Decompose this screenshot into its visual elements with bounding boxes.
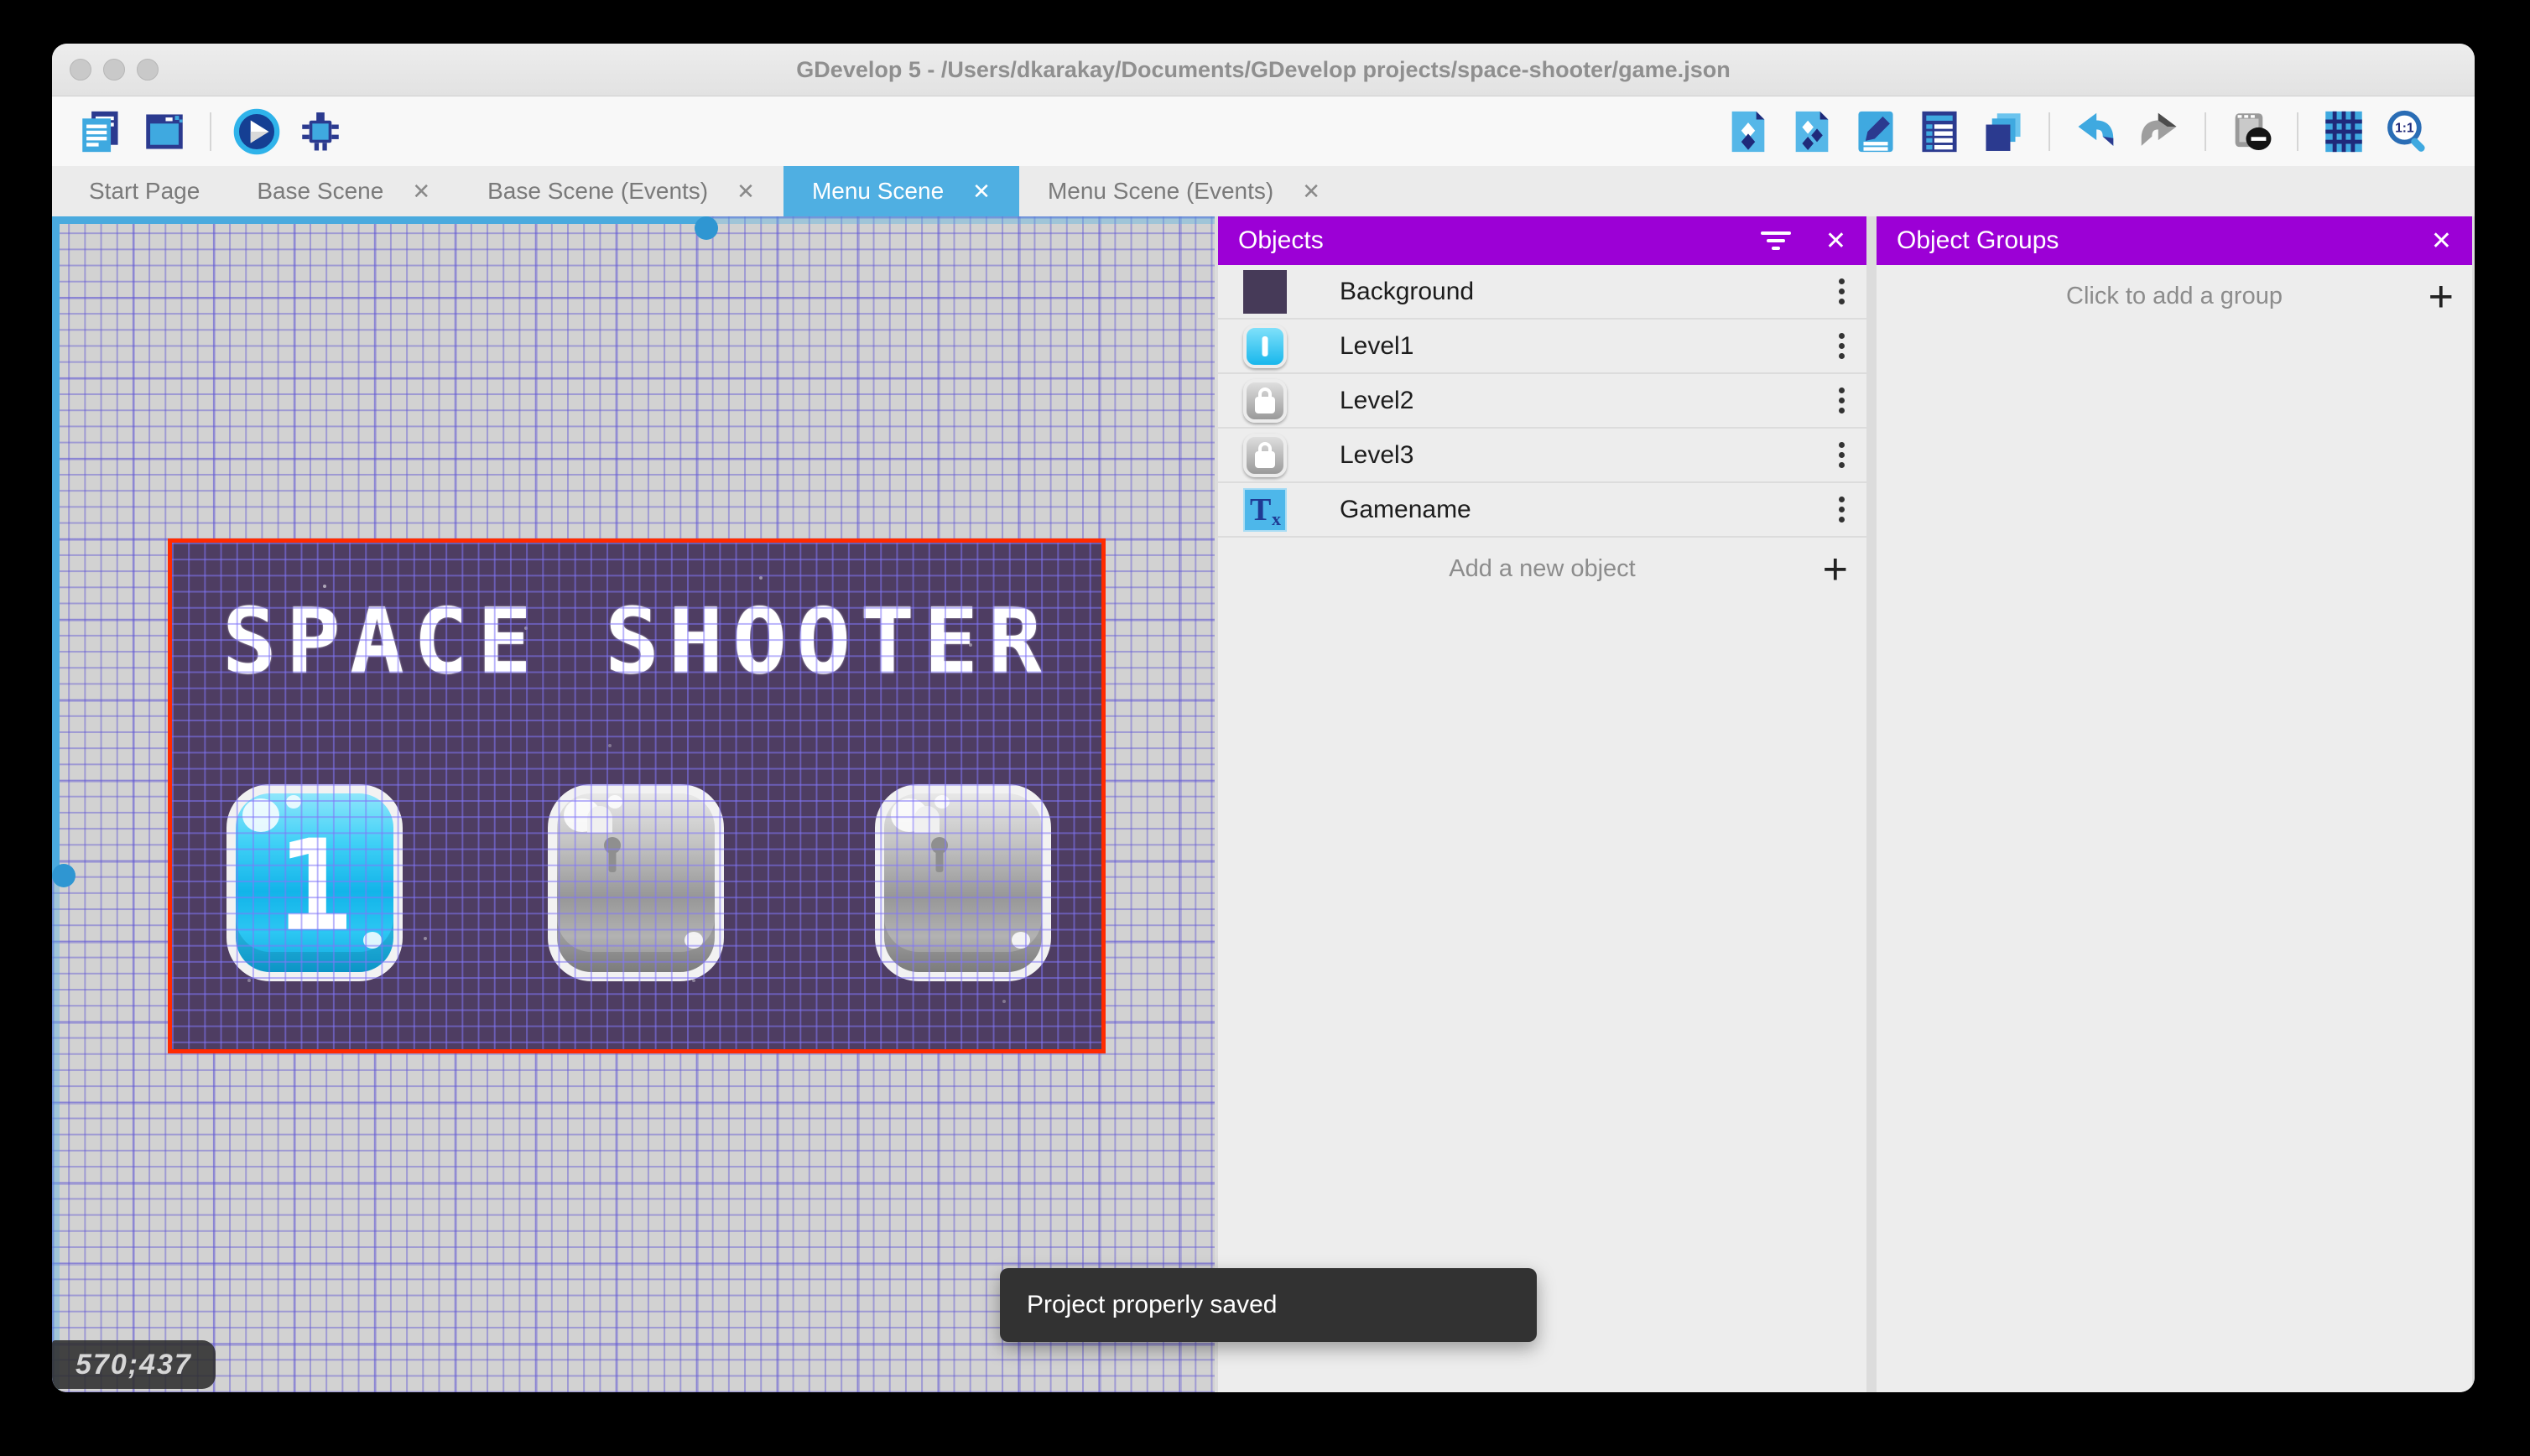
objects-panel-header: Objects ✕ (1218, 216, 1866, 265)
save-toast: Project properly saved (1000, 1268, 1537, 1342)
level3-thumbnail (1243, 433, 1287, 477)
tab-close-icon[interactable]: ✕ (737, 179, 755, 205)
level3-button-instance[interactable] (875, 784, 1051, 981)
grid-icon[interactable] (2319, 107, 2368, 156)
toolbar-divider (2048, 112, 2050, 151)
play-icon[interactable] (232, 107, 281, 156)
object-name: Gamename (1340, 495, 1471, 523)
titlebar: GDevelop 5 - /Users/dkarakay/Documents/G… (52, 44, 2475, 96)
kebab-menu-icon[interactable] (1839, 497, 1845, 502)
object-name: Level3 (1340, 440, 1414, 469)
level1-thumbnail (1243, 324, 1287, 368)
layers-icon[interactable] (1979, 107, 2028, 156)
gloss-dot (363, 932, 382, 949)
tab-menu-scene-events[interactable]: Menu Scene (Events) ✕ (1019, 166, 1349, 216)
tab-base-scene-events[interactable]: Base Scene (Events) ✕ (459, 166, 783, 216)
horizontal-scrollbar[interactable] (52, 216, 1215, 240)
cursor-coordinates-label: 570;437 (52, 1340, 216, 1389)
zoom-original-icon[interactable]: 1:1 (2383, 107, 2432, 156)
horizontal-scrollbar-thumb[interactable] (52, 216, 709, 224)
horizontal-scrollbar-handle[interactable] (695, 216, 718, 240)
object-row-background[interactable]: Background (1218, 265, 1866, 320)
toolbar-divider (2297, 112, 2298, 151)
tab-label: Base Scene (257, 178, 384, 204)
tab-label: Start Page (89, 178, 200, 204)
vertical-scrollbar[interactable] (52, 216, 75, 1392)
object-groups-panel: Object Groups ✕ Click to add a group + (1877, 216, 2472, 1392)
edit-scene-icon[interactable] (140, 107, 189, 156)
object-name: Background (1340, 277, 1475, 305)
tab-label: Menu Scene (Events) (1047, 178, 1274, 204)
tab-label: Base Scene (Events) (487, 178, 709, 204)
add-new-object-row[interactable]: Add a new object + (1218, 538, 1866, 601)
objects-panel-close-icon[interactable]: ✕ (1825, 226, 1846, 256)
scene-properties-icon[interactable] (1851, 107, 1900, 156)
lock-icon (914, 806, 1012, 834)
add-object-plus-icon[interactable]: + (1823, 548, 1848, 591)
tab-base-scene[interactable]: Base Scene ✕ (228, 166, 459, 216)
vertical-scrollbar-thumb[interactable] (52, 216, 60, 879)
gdevelop-window: GDevelop 5 - /Users/dkarakay/Documents/G… (52, 44, 2475, 1392)
gloss-highlight (242, 795, 301, 832)
level1-button-instance[interactable]: 1 (226, 784, 403, 981)
debug-icon[interactable] (296, 107, 345, 156)
kebab-menu-icon[interactable] (1839, 442, 1845, 448)
level2-button-instance[interactable] (548, 784, 724, 981)
gamename-thumbnail (1243, 487, 1287, 532)
kebab-menu-icon[interactable] (1839, 333, 1845, 339)
objects-panel-title: Objects (1238, 226, 1324, 254)
objects-panel-icon[interactable] (1724, 107, 1773, 156)
objects-panel: Objects ✕ Background Level1 Level2 Level… (1218, 216, 1866, 1392)
filter-icon[interactable] (1760, 230, 1792, 252)
scene-editor-canvas[interactable]: SPACE SHOOTER 1 (52, 216, 1215, 1392)
add-group-plus-icon[interactable]: + (2428, 275, 2454, 319)
svg-text:1:1: 1:1 (2395, 121, 2414, 135)
object-row-level1[interactable]: Level1 (1218, 320, 1866, 374)
background-thumbnail (1243, 269, 1287, 314)
content-area: SPACE SHOOTER 1 Objects ✕ Background Lev… (52, 216, 2475, 1392)
object-row-gamename[interactable]: Gamename (1218, 483, 1866, 538)
object-name: Level2 (1340, 386, 1414, 414)
toolbar-divider (210, 112, 211, 151)
redo-icon[interactable] (2135, 107, 2184, 156)
gloss-dot (1012, 932, 1030, 949)
object-row-level3[interactable]: Level3 (1218, 429, 1866, 483)
add-new-object-label: Add a new object (1449, 555, 1636, 582)
object-groups-panel-header: Object Groups ✕ (1877, 216, 2472, 265)
gloss-dot (685, 932, 703, 949)
object-groups-close-icon[interactable]: ✕ (2431, 226, 2452, 256)
kebab-menu-icon[interactable] (1839, 278, 1845, 284)
object-row-level2[interactable]: Level2 (1218, 374, 1866, 429)
tab-menu-scene[interactable]: Menu Scene ✕ (783, 166, 1019, 216)
scene-selection-rect[interactable]: SPACE SHOOTER 1 (168, 538, 1106, 1053)
window-title: GDevelop 5 - /Users/dkarakay/Documents/G… (796, 57, 1731, 82)
toolbar-divider (2205, 112, 2206, 151)
lock-icon (587, 806, 685, 834)
instances-list-icon[interactable] (1915, 107, 1964, 156)
toast-message: Project properly saved (1027, 1291, 1278, 1318)
toolbar-right-group: 1:1 (1716, 107, 2439, 156)
tab-close-icon[interactable]: ✕ (1302, 179, 1320, 205)
tab-close-icon[interactable]: ✕ (972, 179, 991, 205)
tab-close-icon[interactable]: ✕ (412, 179, 430, 205)
kebab-menu-icon[interactable] (1839, 387, 1845, 393)
undo-icon[interactable] (2071, 107, 2120, 156)
object-groups-icon[interactable] (1788, 107, 1836, 156)
add-group-row[interactable]: Click to add a group + (1877, 265, 2472, 328)
project-manager-icon[interactable] (76, 107, 125, 156)
add-group-label: Click to add a group (2066, 283, 2283, 309)
tab-label: Menu Scene (811, 178, 945, 204)
tab-bar: Start Page Base Scene ✕ Base Scene (Even… (52, 166, 2475, 216)
scene-title-text[interactable]: SPACE SHOOTER (172, 590, 1101, 694)
object-name: Level1 (1340, 331, 1414, 360)
level2-thumbnail (1243, 378, 1287, 423)
toolbar: 1:1 (52, 96, 2475, 166)
vertical-scrollbar-handle[interactable] (52, 864, 75, 887)
window-mask-icon[interactable] (2227, 107, 2276, 156)
tab-start-page[interactable]: Start Page (60, 166, 228, 216)
object-groups-panel-title: Object Groups (1897, 226, 2059, 254)
